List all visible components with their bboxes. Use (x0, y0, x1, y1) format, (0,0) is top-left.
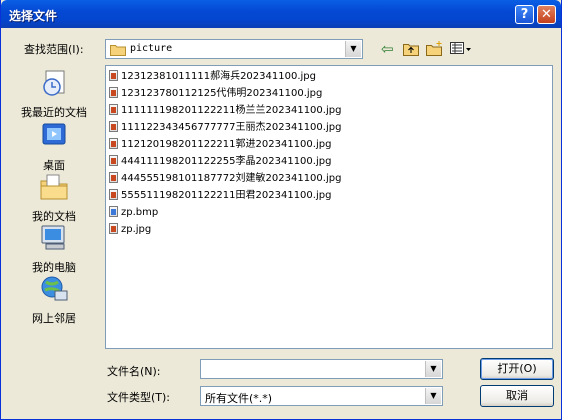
file-name-input[interactable]: ▼ (200, 359, 443, 379)
image-file-icon (109, 70, 118, 81)
file-item[interactable]: 555511198201122211田君202341100.jpg (109, 188, 331, 203)
up-folder-icon[interactable] (403, 41, 419, 56)
place-my-documents[interactable]: 我的文档 (9, 172, 99, 224)
bitmap-file-icon (109, 206, 118, 217)
desktop-icon (42, 123, 66, 145)
chevron-down-icon[interactable]: ▼ (425, 388, 441, 404)
file-item[interactable]: zp.jpg (109, 222, 151, 237)
place-label: 我的电脑 (32, 261, 76, 274)
place-my-computer[interactable]: 我的电脑 (9, 223, 99, 275)
image-file-icon (109, 155, 118, 166)
file-name-label: 文件名(N): (107, 365, 161, 378)
file-item[interactable]: zp.bmp (109, 205, 158, 220)
open-button[interactable]: 打开(O) (480, 358, 554, 380)
close-button[interactable]: ✕ (537, 5, 556, 24)
file-type-value: 所有文件(*.*) (205, 392, 273, 405)
folder-icon (110, 45, 126, 56)
image-file-icon (109, 172, 118, 183)
place-desktop[interactable]: 桌面 (9, 121, 99, 173)
title-bar[interactable]: 选择文件 ? ✕ (1, 0, 561, 28)
network-places-icon (41, 276, 68, 301)
file-type-label: 文件类型(T): (107, 391, 171, 404)
new-folder-icon[interactable] (426, 41, 444, 56)
help-button[interactable]: ? (515, 5, 534, 24)
cancel-button[interactable]: 取消 (480, 385, 554, 407)
image-file-icon (109, 104, 118, 115)
look-in-combo[interactable]: picture ▼ (105, 39, 363, 59)
my-documents-icon (40, 174, 68, 200)
back-icon[interactable]: ⇦ (381, 41, 394, 57)
file-item[interactable]: 112120198201122211郭进202341100.jpg (109, 137, 331, 152)
chevron-down-icon[interactable]: ▼ (345, 41, 361, 57)
image-file-icon (109, 189, 118, 200)
image-file-icon (109, 223, 118, 234)
my-computer-icon (41, 225, 65, 250)
open-file-dialog: 选择文件 ? ✕ 查找范围(I): picture ▼ ⇦ 我最近的文档 桌面 … (0, 0, 562, 420)
place-label: 网上邻居 (32, 312, 76, 325)
file-item[interactable]: 12312381011111郝海兵202341100.jpg (109, 69, 316, 84)
file-list[interactable]: 12312381011111郝海兵202341100.jpg 123123780… (105, 65, 553, 349)
window-title: 选择文件 (9, 9, 58, 23)
views-menu-icon[interactable] (450, 41, 472, 56)
chevron-down-icon[interactable]: ▼ (425, 361, 441, 377)
place-label: 桌面 (43, 159, 65, 172)
recent-documents-icon (43, 70, 65, 96)
look-in-value: picture (130, 43, 173, 54)
place-network[interactable]: 网上邻居 (9, 274, 99, 326)
image-file-icon (109, 138, 118, 149)
file-item[interactable]: 111111198201122211杨兰兰202341100.jpg (109, 103, 341, 118)
file-item[interactable]: 444111198201122255李晶202341100.jpg (109, 154, 331, 169)
place-label: 我最近的文档 (21, 106, 87, 119)
place-recent-documents[interactable]: 我最近的文档 (9, 68, 99, 120)
file-type-select[interactable]: 所有文件(*.*) ▼ (200, 386, 443, 406)
image-file-icon (109, 87, 118, 98)
file-item[interactable]: 444555198101187772刘建敏202341100.jpg (109, 171, 341, 186)
place-label: 我的文档 (32, 210, 76, 223)
file-item[interactable]: 123123780112125代伟明202341100.jpg (109, 86, 322, 101)
file-item[interactable]: 111122343456777777王丽杰202341100.jpg (109, 120, 341, 135)
image-file-icon (109, 121, 118, 132)
look-in-label: 查找范围(I): (24, 43, 84, 56)
